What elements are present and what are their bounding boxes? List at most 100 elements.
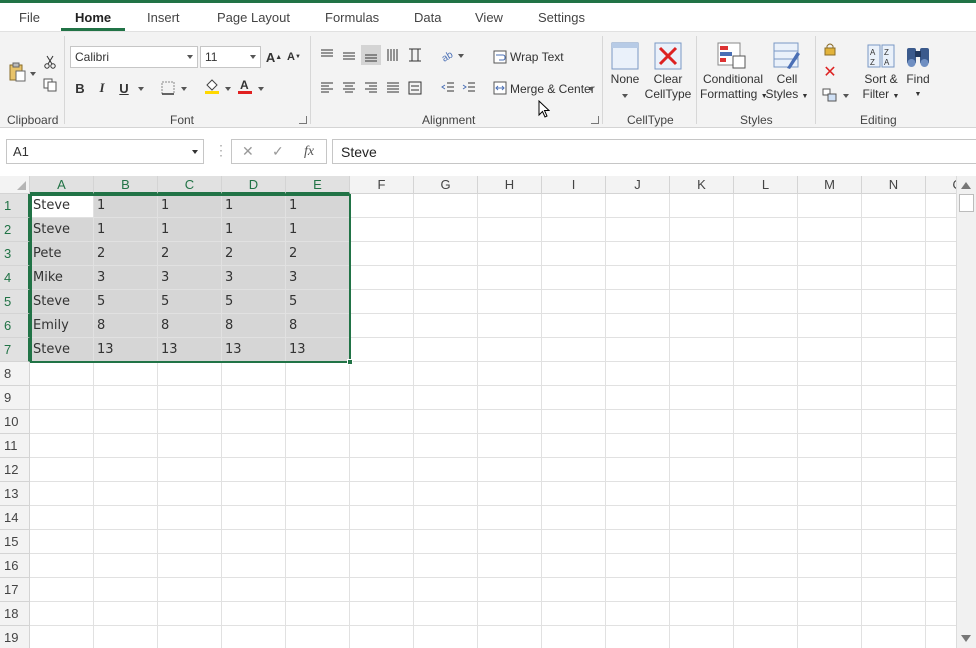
cell-a17[interactable] bbox=[30, 578, 94, 602]
cell-o8[interactable] bbox=[926, 362, 956, 386]
cell-m11[interactable] bbox=[798, 434, 862, 458]
scroll-thumb[interactable] bbox=[959, 194, 974, 212]
scroll-up-icon[interactable] bbox=[961, 182, 971, 189]
cell-o5[interactable] bbox=[926, 290, 956, 314]
cell-j9[interactable] bbox=[606, 386, 670, 410]
cell-c19[interactable] bbox=[158, 626, 222, 648]
fill-color-dropdown-icon[interactable] bbox=[225, 87, 231, 91]
sort-filter-button[interactable]: Sort & Filter ▼ bbox=[858, 72, 904, 104]
text-direction-icon[interactable] bbox=[405, 45, 425, 65]
column-header-d[interactable]: D bbox=[222, 176, 286, 194]
cell-j12[interactable] bbox=[606, 458, 670, 482]
cell-d18[interactable] bbox=[222, 602, 286, 626]
cell-j17[interactable] bbox=[606, 578, 670, 602]
cell-j1[interactable] bbox=[606, 194, 670, 218]
cell-e13[interactable] bbox=[286, 482, 350, 506]
column-header-k[interactable]: K bbox=[670, 176, 734, 194]
cell-j8[interactable] bbox=[606, 362, 670, 386]
cell-g14[interactable] bbox=[414, 506, 478, 530]
cell-k5[interactable] bbox=[670, 290, 734, 314]
cell-f14[interactable] bbox=[350, 506, 414, 530]
cell-styles-button[interactable]: Cell Styles ▼ bbox=[764, 72, 810, 104]
cell-k3[interactable] bbox=[670, 242, 734, 266]
cell-i14[interactable] bbox=[542, 506, 606, 530]
cell-n10[interactable] bbox=[862, 410, 926, 434]
cell-e5[interactable]: 5 bbox=[286, 290, 350, 314]
cell-g18[interactable] bbox=[414, 602, 478, 626]
cell-a8[interactable] bbox=[30, 362, 94, 386]
cell-b16[interactable] bbox=[94, 554, 158, 578]
cell-b12[interactable] bbox=[94, 458, 158, 482]
cell-f8[interactable] bbox=[350, 362, 414, 386]
cell-b11[interactable] bbox=[94, 434, 158, 458]
cell-c1[interactable]: 1 bbox=[158, 194, 222, 218]
clear-icon[interactable]: ✕ bbox=[820, 62, 840, 82]
merge-dropdown-icon[interactable] bbox=[588, 87, 594, 91]
cell-d12[interactable] bbox=[222, 458, 286, 482]
cell-d19[interactable] bbox=[222, 626, 286, 648]
cell-l9[interactable] bbox=[734, 386, 798, 410]
cell-g2[interactable] bbox=[414, 218, 478, 242]
cell-h2[interactable] bbox=[478, 218, 542, 242]
cell-l5[interactable] bbox=[734, 290, 798, 314]
cell-b10[interactable] bbox=[94, 410, 158, 434]
cell-l17[interactable] bbox=[734, 578, 798, 602]
cell-b4[interactable]: 3 bbox=[94, 266, 158, 290]
cell-e6[interactable]: 8 bbox=[286, 314, 350, 338]
cell-c3[interactable]: 2 bbox=[158, 242, 222, 266]
splitter-dots-icon[interactable]: ⋮ bbox=[214, 142, 228, 159]
cell-o10[interactable] bbox=[926, 410, 956, 434]
cell-f10[interactable] bbox=[350, 410, 414, 434]
row-header-15[interactable]: 15 bbox=[0, 530, 30, 554]
italic-button[interactable]: I bbox=[92, 78, 112, 98]
cell-o12[interactable] bbox=[926, 458, 956, 482]
enter-icon[interactable]: ✓ bbox=[272, 143, 284, 160]
cell-m7[interactable] bbox=[798, 338, 862, 362]
align-bottom-icon[interactable] bbox=[361, 45, 381, 65]
tab-formulas[interactable]: Formulas bbox=[325, 10, 379, 25]
cell-h19[interactable] bbox=[478, 626, 542, 648]
cell-i3[interactable] bbox=[542, 242, 606, 266]
cell-a7[interactable]: Steve bbox=[30, 338, 94, 362]
cell-f13[interactable] bbox=[350, 482, 414, 506]
cell-m2[interactable] bbox=[798, 218, 862, 242]
cell-a19[interactable] bbox=[30, 626, 94, 648]
decrease-indent-icon[interactable] bbox=[438, 78, 458, 98]
cell-m5[interactable] bbox=[798, 290, 862, 314]
bold-button[interactable]: B bbox=[70, 78, 90, 98]
cell-i11[interactable] bbox=[542, 434, 606, 458]
cell-b2[interactable]: 1 bbox=[94, 218, 158, 242]
cell-m15[interactable] bbox=[798, 530, 862, 554]
celltype-none-dropdown-icon[interactable] bbox=[622, 94, 628, 98]
cell-l1[interactable] bbox=[734, 194, 798, 218]
cell-c9[interactable] bbox=[158, 386, 222, 410]
cancel-icon[interactable]: ✕ bbox=[242, 143, 254, 160]
cell-f9[interactable] bbox=[350, 386, 414, 410]
cell-h10[interactable] bbox=[478, 410, 542, 434]
cell-c12[interactable] bbox=[158, 458, 222, 482]
cell-f16[interactable] bbox=[350, 554, 414, 578]
align-left-icon[interactable] bbox=[317, 78, 337, 98]
fill-handle[interactable] bbox=[347, 359, 353, 365]
cell-n1[interactable] bbox=[862, 194, 926, 218]
cell-d1[interactable]: 1 bbox=[222, 194, 286, 218]
orientation-vertical-icon[interactable] bbox=[383, 45, 403, 65]
cell-m17[interactable] bbox=[798, 578, 862, 602]
cell-k8[interactable] bbox=[670, 362, 734, 386]
cell-m4[interactable] bbox=[798, 266, 862, 290]
cell-j4[interactable] bbox=[606, 266, 670, 290]
cell-g17[interactable] bbox=[414, 578, 478, 602]
cell-i9[interactable] bbox=[542, 386, 606, 410]
cell-g6[interactable] bbox=[414, 314, 478, 338]
cell-g19[interactable] bbox=[414, 626, 478, 648]
font-name-select[interactable]: Calibri bbox=[70, 46, 198, 68]
column-header-l[interactable]: L bbox=[734, 176, 798, 194]
cell-l18[interactable] bbox=[734, 602, 798, 626]
cell-f15[interactable] bbox=[350, 530, 414, 554]
column-header-o[interactable]: O bbox=[926, 176, 956, 194]
cell-d13[interactable] bbox=[222, 482, 286, 506]
cell-n11[interactable] bbox=[862, 434, 926, 458]
cell-l19[interactable] bbox=[734, 626, 798, 648]
tab-settings[interactable]: Settings bbox=[538, 10, 585, 25]
cell-d14[interactable] bbox=[222, 506, 286, 530]
